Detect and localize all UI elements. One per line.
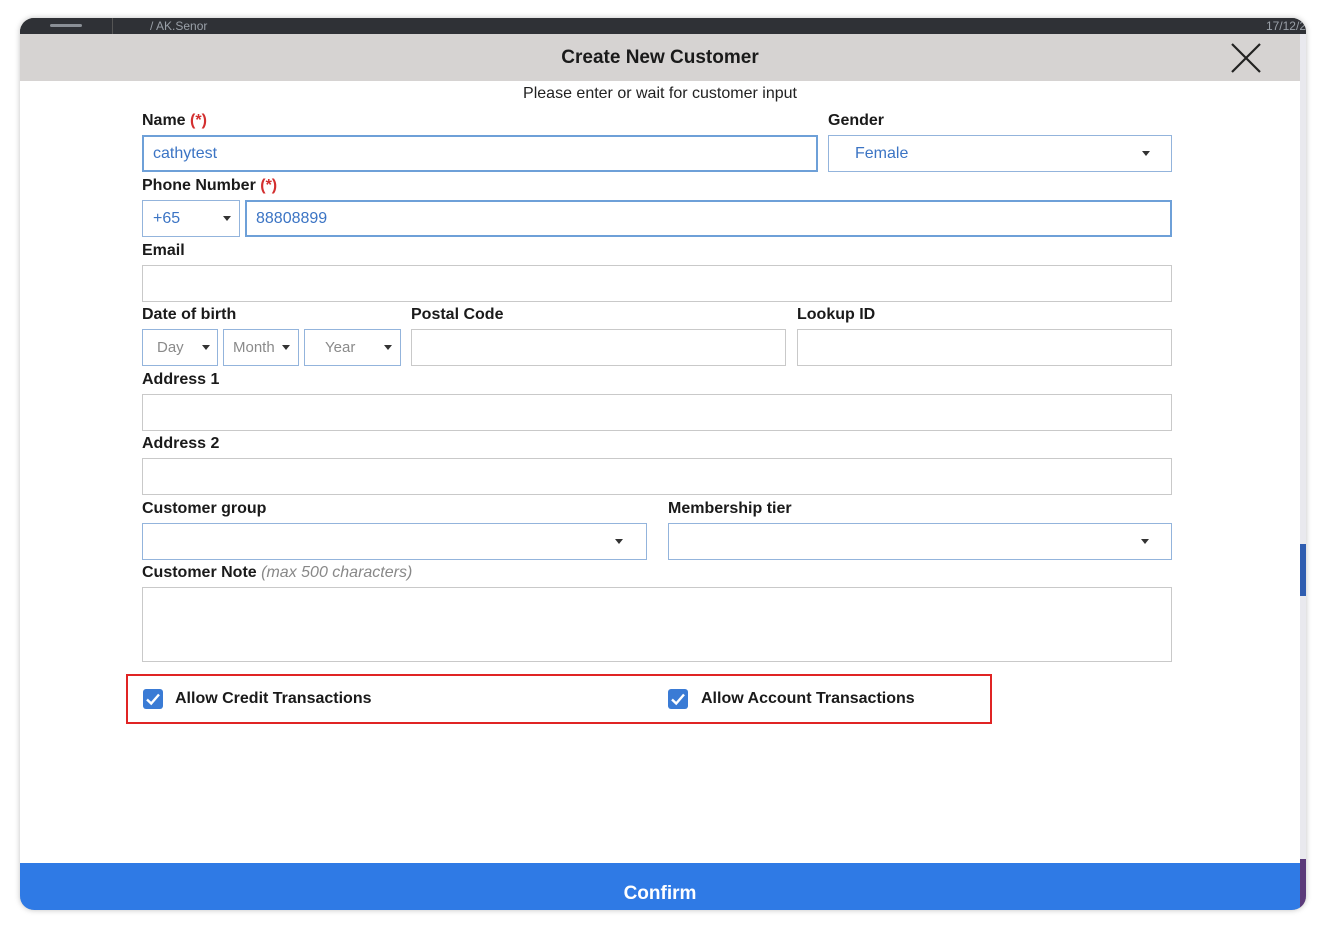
allow-credit-label: Allow Credit Transactions xyxy=(175,690,372,707)
dob-label: Date of birth xyxy=(142,306,237,323)
phone-label: Phone Number (*) xyxy=(142,177,277,195)
background-side-panel xyxy=(1300,34,1306,910)
name-input[interactable] xyxy=(142,135,818,172)
customer-group-select[interactable] xyxy=(142,523,647,560)
lookup-id-input[interactable] xyxy=(797,329,1172,366)
membership-tier-label: Membership tier xyxy=(668,500,792,517)
country-code-value: +65 xyxy=(153,210,181,227)
dob-month-value: Month xyxy=(233,339,275,356)
email-input[interactable] xyxy=(142,265,1172,302)
breadcrumb: / AK.Senor xyxy=(150,19,208,33)
background-topbar: / AK.Senor 17/12/2 xyxy=(20,18,1306,34)
dob-month-select[interactable]: Month xyxy=(223,329,299,366)
close-x-icon xyxy=(1231,43,1261,73)
background-block xyxy=(1300,859,1306,909)
address1-input[interactable] xyxy=(142,394,1172,431)
topbar-date: 17/12/2 xyxy=(1265,19,1306,33)
dialog-title: Create New Customer xyxy=(561,47,759,68)
gender-label: Gender xyxy=(828,112,885,129)
dob-year-value: Year xyxy=(325,339,356,356)
create-customer-dialog: Create New Customer Please enter or wait… xyxy=(20,34,1300,910)
address1-label: Address 1 xyxy=(142,371,220,388)
customer-note-hint: (max 500 characters) xyxy=(261,564,413,581)
postal-code-input[interactable] xyxy=(411,329,786,366)
lookup-id-label: Lookup ID xyxy=(797,306,876,323)
allow-account-label: Allow Account Transactions xyxy=(701,690,915,707)
name-label: Name (*) xyxy=(142,112,207,130)
close-button[interactable] xyxy=(1228,40,1264,76)
name-label-text: Name xyxy=(142,112,186,129)
caret-down-icon xyxy=(202,345,210,350)
caret-down-icon xyxy=(1142,151,1150,156)
customer-note-label: Customer Note (max 500 characters) xyxy=(142,564,412,582)
country-code-select[interactable]: +65 xyxy=(142,200,240,237)
email-label: Email xyxy=(142,242,185,259)
address2-label: Address 2 xyxy=(142,435,220,452)
required-mark: (*) xyxy=(260,177,278,194)
caret-down-icon xyxy=(223,216,231,221)
app-window: / AK.Senor 17/12/2 Create New Customer P… xyxy=(20,18,1306,910)
address2-input[interactable] xyxy=(142,458,1172,495)
phone-label-text: Phone Number xyxy=(142,177,256,194)
membership-tier-select[interactable] xyxy=(668,523,1172,560)
checkmark-icon xyxy=(146,693,160,706)
caret-down-icon xyxy=(1141,539,1149,544)
required-mark: (*) xyxy=(190,112,207,129)
gender-select[interactable]: Female xyxy=(828,135,1172,172)
caret-down-icon xyxy=(282,345,290,350)
phone-input[interactable] xyxy=(245,200,1172,237)
caret-down-icon xyxy=(384,345,392,350)
dialog-subtitle: Please enter or wait for customer input xyxy=(523,85,797,102)
dialog-header: Create New Customer xyxy=(20,34,1300,81)
dob-year-select[interactable]: Year xyxy=(304,329,401,366)
confirm-button[interactable]: Confirm xyxy=(20,863,1300,910)
allow-credit-checkbox[interactable] xyxy=(143,689,163,709)
dob-day-select[interactable]: Day xyxy=(142,329,218,366)
customer-note-label-text: Customer Note xyxy=(142,564,257,581)
dob-day-value: Day xyxy=(157,339,184,356)
caret-down-icon xyxy=(615,539,623,544)
customer-group-label: Customer group xyxy=(142,500,267,517)
customer-note-input[interactable] xyxy=(142,587,1172,662)
hamburger-menu-icon xyxy=(50,24,82,27)
gender-value: Female xyxy=(855,145,909,162)
postal-code-label: Postal Code xyxy=(411,306,504,323)
topbar-divider xyxy=(112,18,113,34)
checkmark-icon xyxy=(671,693,685,706)
background-block xyxy=(1300,544,1306,596)
allow-account-checkbox[interactable] xyxy=(668,689,688,709)
